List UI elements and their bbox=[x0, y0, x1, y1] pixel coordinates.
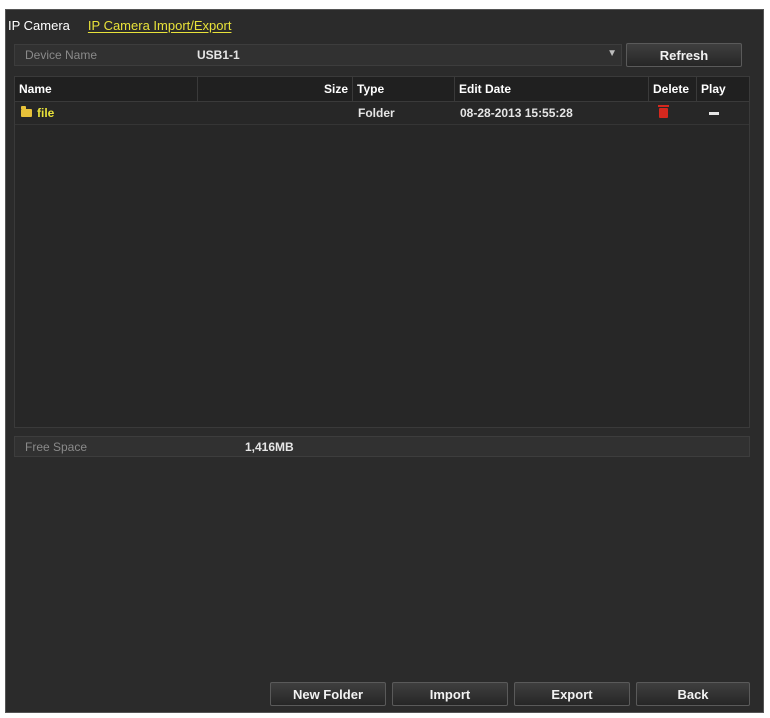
table-row[interactable]: file Folder 08-28-2013 15:55:28 bbox=[15, 102, 749, 125]
column-header-play[interactable]: Play bbox=[697, 77, 749, 101]
device-name-value: USB1-1 bbox=[197, 48, 240, 62]
folder-icon bbox=[21, 106, 32, 117]
column-header-delete[interactable]: Delete bbox=[649, 77, 697, 101]
file-table: Name Size Type Edit Date Delete Play fil… bbox=[14, 76, 750, 428]
tab-ip-camera-import-export[interactable]: IP Camera Import/Export bbox=[88, 18, 232, 33]
back-button[interactable]: Back bbox=[636, 682, 750, 706]
column-header-name[interactable]: Name bbox=[15, 77, 198, 101]
file-edit-date: 08-28-2013 15:55:28 bbox=[460, 106, 573, 120]
device-name-label: Device Name bbox=[25, 48, 98, 62]
file-size bbox=[337, 102, 349, 124]
export-button[interactable]: Export bbox=[514, 682, 630, 706]
table-header: Name Size Type Edit Date Delete Play bbox=[15, 77, 749, 102]
device-name-row: Device Name USB1-1 ▼ bbox=[14, 44, 622, 66]
tab-ip-camera[interactable]: IP Camera bbox=[8, 18, 70, 33]
free-space-value: 1,416MB bbox=[245, 440, 294, 454]
file-name-cell[interactable]: file bbox=[21, 102, 54, 124]
play-unavailable-icon[interactable] bbox=[709, 112, 719, 115]
free-space-row: Free Space 1,416MB bbox=[14, 436, 750, 457]
free-space-label: Free Space bbox=[25, 440, 88, 454]
import-button[interactable]: Import bbox=[392, 682, 508, 706]
device-name-select[interactable]: USB1-1 ▼ bbox=[195, 46, 623, 65]
chevron-down-icon: ▼ bbox=[607, 48, 617, 59]
refresh-button[interactable]: Refresh bbox=[626, 43, 742, 67]
column-header-type[interactable]: Type bbox=[353, 77, 455, 101]
trash-icon[interactable] bbox=[658, 105, 669, 118]
column-header-size[interactable]: Size bbox=[198, 77, 353, 101]
file-type: Folder bbox=[358, 106, 395, 120]
tab-bar: IP Camera IP Camera Import/Export bbox=[8, 14, 231, 36]
file-name: file bbox=[37, 106, 55, 120]
new-folder-button[interactable]: New Folder bbox=[270, 682, 386, 706]
column-header-edit-date[interactable]: Edit Date bbox=[455, 77, 649, 101]
